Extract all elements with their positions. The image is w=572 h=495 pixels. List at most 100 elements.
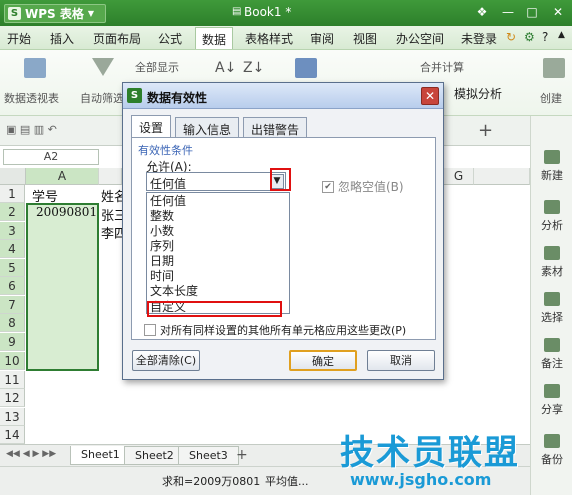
menu-table-style[interactable]: 表格样式 <box>245 30 293 47</box>
wps-logo-icon: S <box>8 7 21 20</box>
row-header[interactable]: 13 <box>0 408 25 426</box>
sort-desc-icon[interactable]: Z↓ <box>243 60 264 76</box>
side-share-button[interactable]: 分享 <box>531 384 572 417</box>
cell-a2[interactable]: 20090801 <box>36 205 97 219</box>
sheet-tab-2[interactable]: Sheet2 <box>124 446 185 465</box>
column-header-g[interactable]: G <box>444 168 474 185</box>
side-analyze-button[interactable]: 分析 <box>531 200 572 233</box>
maximize-button[interactable]: □ <box>520 4 544 21</box>
sheet-tab-1[interactable]: Sheet1 <box>70 446 131 465</box>
quick-access-icons[interactable]: ▣ ▤ ▥ ↶ <box>6 123 57 136</box>
tab-settings[interactable]: 设置 <box>131 115 172 138</box>
column-header-a[interactable]: A <box>26 168 99 185</box>
close-window-button[interactable]: ✕ <box>546 4 570 21</box>
row-header[interactable]: 8 <box>0 314 25 332</box>
title-bar: S WPS 表格 ▼ ▤ Book1 * ❖ — □ ✕ <box>0 0 572 26</box>
pivot-table-button[interactable]: 数据透视表 <box>4 90 59 106</box>
option-integer[interactable]: 整数 <box>150 209 174 224</box>
sheet-tab-3[interactable]: Sheet3 <box>178 446 239 465</box>
cell-b3[interactable]: 李四 <box>101 223 122 242</box>
autofilter-button[interactable]: 自动筛选 <box>80 90 124 106</box>
row-header[interactable]: 6 <box>0 277 25 295</box>
menu-page-layout[interactable]: 页面布局 <box>93 30 141 47</box>
skin-icon[interactable]: ❖ <box>470 4 494 21</box>
show-all-button[interactable]: 全部显示 <box>135 59 179 75</box>
cell-b1[interactable]: 姓名 <box>101 186 122 205</box>
app-dropdown-icon: ▼ <box>87 9 95 18</box>
ok-button[interactable]: 确定 <box>289 350 357 371</box>
sort-asc-icon[interactable]: A↓ <box>215 60 236 76</box>
apply-all-checkbox[interactable]: 对所有同样设置的其他所有单元格应用这些更改(P) <box>144 322 406 338</box>
side-backup-button[interactable]: 备份 <box>531 434 572 467</box>
status-sum: 求和=2009万0801 <box>162 475 261 488</box>
allow-dropdown-value: 任何值 <box>150 177 187 191</box>
row-header[interactable]: 3 <box>0 222 25 240</box>
side-material-button[interactable]: 素材 <box>531 246 572 279</box>
option-list[interactable]: 序列 <box>150 239 174 254</box>
login-link[interactable]: 未登录 <box>461 30 497 47</box>
tab-input-message[interactable]: 输入信息 <box>175 117 240 137</box>
watermark-logo: 技术员联盟 <box>340 433 520 473</box>
select-icon <box>544 292 560 306</box>
row-header[interactable]: 9 <box>0 333 25 351</box>
cell-a1[interactable]: 学号 <box>32 186 58 205</box>
ignore-blank-checkbox[interactable]: ✔ 忽略空值(B) <box>322 178 404 195</box>
app-menu-button[interactable]: S WPS 表格 ▼ <box>4 4 106 23</box>
tab-nav-icons[interactable]: ◀◀ ◀ ▶ ▶▶ <box>6 449 56 459</box>
menu-office-space[interactable]: 办公空间 <box>396 30 444 47</box>
option-any[interactable]: 任何值 <box>150 194 186 209</box>
create-button[interactable]: 创建 <box>540 90 562 106</box>
allow-dropdown[interactable]: 任何值 ▼ <box>146 172 286 191</box>
sync-icon[interactable]: ↻ <box>506 30 516 44</box>
option-time[interactable]: 时间 <box>150 269 174 284</box>
menu-view[interactable]: 视图 <box>353 30 377 47</box>
dialog-title-bar[interactable]: S 数据有效性 ✕ <box>123 83 443 109</box>
cancel-button[interactable]: 取消 <box>367 350 435 371</box>
column-header-b[interactable] <box>99 168 122 185</box>
side-select-label: 选择 <box>541 311 563 324</box>
row-header[interactable]: 7 <box>0 296 25 314</box>
dialog-close-button[interactable]: ✕ <box>421 87 439 105</box>
apply-all-label: 对所有同样设置的其他所有单元格应用这些更改(P) <box>160 324 407 337</box>
side-select-button[interactable]: 选择 <box>531 292 572 325</box>
side-new-label: 新建 <box>541 169 563 182</box>
row-header[interactable]: 12 <box>0 389 25 407</box>
row-header[interactable]: 4 <box>0 240 25 258</box>
menu-formula[interactable]: 公式 <box>158 30 182 47</box>
clear-all-button[interactable]: 全部清除(C) <box>132 350 200 371</box>
name-box[interactable]: A2 <box>3 149 99 165</box>
side-notes-button[interactable]: 备注 <box>531 338 572 371</box>
menu-insert[interactable]: 插入 <box>50 30 74 47</box>
option-date[interactable]: 日期 <box>150 254 174 269</box>
document-icon: ▤ <box>232 6 242 17</box>
row-header[interactable]: 14 <box>0 426 25 444</box>
menu-review[interactable]: 审阅 <box>310 30 334 47</box>
column-header-h[interactable] <box>474 168 530 185</box>
side-new-button[interactable]: 新建 <box>531 150 572 183</box>
row-header[interactable]: 1 <box>0 185 25 203</box>
menu-start[interactable]: 开始 <box>7 30 31 47</box>
menu-data[interactable]: 数据 <box>195 27 234 49</box>
help-icon[interactable]: ? <box>542 30 548 44</box>
merge-calc-button[interactable]: 合并计算 <box>420 59 464 75</box>
ribbon-toggle-icon[interactable]: ▲ <box>558 30 565 40</box>
minimize-button[interactable]: — <box>496 4 520 21</box>
row-header[interactable]: 2 <box>0 203 25 221</box>
add-sheet-button[interactable]: + <box>236 447 248 463</box>
cell-b2[interactable]: 张三 <box>101 205 122 224</box>
selected-range[interactable] <box>26 203 99 371</box>
row-header[interactable]: 5 <box>0 259 25 277</box>
simulation-button[interactable]: 模拟分析 <box>454 85 502 102</box>
section-title: 有效性条件 <box>138 144 193 157</box>
dialog-title: 数据有效性 <box>147 91 208 105</box>
option-decimal[interactable]: 小数 <box>150 224 174 239</box>
checkbox-icon <box>144 324 156 336</box>
allow-options-list: 任何值 整数 小数 序列 日期 时间 文本长度 自定义 <box>146 192 290 317</box>
select-all-corner[interactable] <box>0 168 26 185</box>
tab-error-alert[interactable]: 出错警告 <box>243 117 308 137</box>
row-header[interactable]: 11 <box>0 371 25 389</box>
new-tab-icon[interactable]: + <box>478 120 493 141</box>
option-text-length[interactable]: 文本长度 <box>150 284 198 299</box>
row-header[interactable]: 10 <box>0 352 25 370</box>
settings-icon[interactable]: ⚙ <box>524 30 535 44</box>
